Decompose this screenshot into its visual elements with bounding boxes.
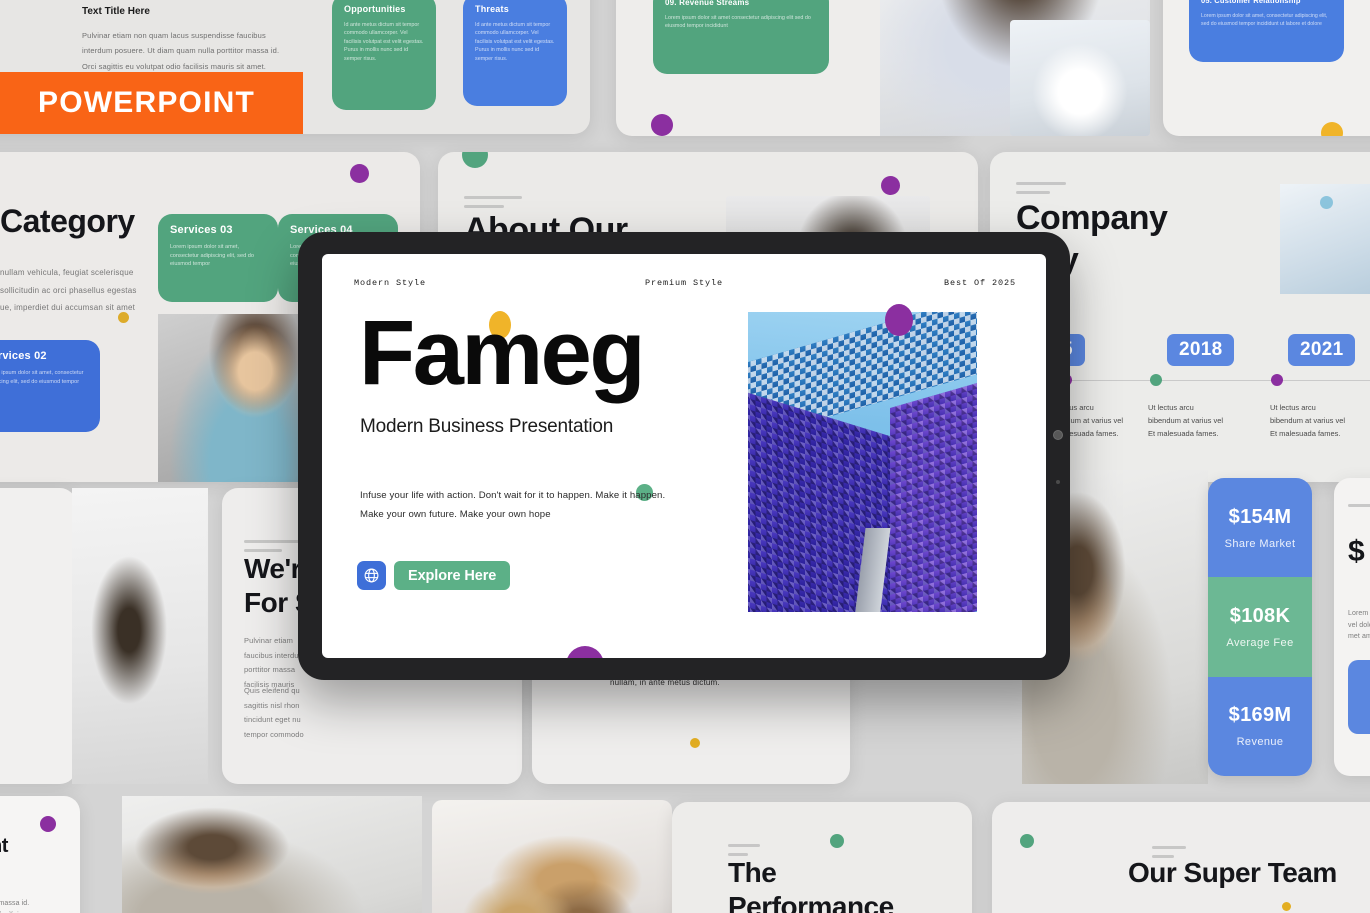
decor-dot-yellow xyxy=(1321,122,1343,136)
decor-dot-purple xyxy=(350,164,369,183)
decor-dot-yellow xyxy=(118,312,129,323)
decor-dot-green xyxy=(830,834,844,848)
card-body: Lorem ipsum dolor sit amet, consectetur … xyxy=(1201,13,1328,28)
decor-dot-purple xyxy=(40,816,56,832)
stat-share-market[interactable]: $154M Share Market xyxy=(1208,478,1312,578)
header-center-label: Premium Style xyxy=(644,278,724,288)
slide-bottom-left[interactable]: nt ar massa id. lis facilisis xyxy=(0,796,80,913)
explore-here-button[interactable]: Explore Here xyxy=(394,561,511,590)
swot-text-title: Text Title Here xyxy=(82,6,150,17)
presentation-body: Infuse your life with action. Don't wait… xyxy=(360,486,665,524)
stat-revenue[interactable]: $169M Revenue xyxy=(1208,676,1312,776)
werefor-para-b: Quis eleifend qu sagittis nisl rhon tinc… xyxy=(244,686,304,739)
timeline-dot-1 xyxy=(1150,374,1162,386)
building-photo xyxy=(748,312,977,612)
swot-card-threats[interactable]: Threats Id ante metus dictum sit tempor … xyxy=(463,0,567,106)
right-edge-deco xyxy=(1348,504,1370,513)
photo-man-whiteboard xyxy=(122,796,422,913)
tablet-screen[interactable]: Modern Style Premium Style Best Of 2025 … xyxy=(322,254,1046,658)
timeline-dot-2 xyxy=(1271,374,1283,386)
decor-dot-purple xyxy=(881,176,900,195)
revenue-card[interactable]: 09. Revenue Streams Lorem ipsum dolor si… xyxy=(653,0,829,74)
decor-dot-green xyxy=(462,152,488,168)
tablet-camera-icon xyxy=(1053,430,1063,440)
right-edge-button[interactable] xyxy=(1348,660,1370,734)
card-body: Lorem ipsum dolor sit amet consectetur a… xyxy=(665,15,811,30)
timeline-desc-1: Ut lectus arcu bibendum at varius vel Et… xyxy=(1148,403,1224,438)
decor-dot-purple xyxy=(566,646,604,658)
decor-dot-teal xyxy=(1320,196,1333,209)
card-body: Lorem ipsum dolor sit amet, consectetur … xyxy=(170,244,254,268)
stat-average-fee[interactable]: $108K Average Fee xyxy=(1208,577,1312,677)
card-title: 05. Customer Relationship xyxy=(1201,0,1301,5)
stat-value: $154M xyxy=(1228,505,1292,528)
header-left-label: Modern Style xyxy=(354,278,427,288)
decor-dot-green xyxy=(1020,834,1034,848)
slide-performance[interactable]: The Performance xyxy=(672,802,972,913)
slide-super-team[interactable]: Our Super Team xyxy=(992,802,1370,913)
decor-dot-purple xyxy=(651,114,673,136)
swot-card-opportunities[interactable]: Opportunities Id ante metus dictum sit t… xyxy=(332,0,436,110)
decor-dot-yellow xyxy=(690,738,700,748)
card-title: Services 03 xyxy=(170,224,233,236)
bottom-left-heading: nt xyxy=(0,835,8,857)
tablet-device[interactable]: Modern Style Premium Style Best Of 2025 … xyxy=(298,232,1070,680)
card-body: Id ante metus dictum sit tempor commodo … xyxy=(344,22,424,62)
header-right-label: Best Of 2025 xyxy=(943,278,1016,288)
timeline-year-1[interactable]: 2018 xyxy=(1167,334,1235,366)
stat-value: $108K xyxy=(1229,604,1291,627)
powerpoint-label: POWERPOINT xyxy=(38,86,256,119)
card-body: Id ante metus dictum sit tempor commodo … xyxy=(475,22,555,62)
tablet-sensor-icon xyxy=(1056,480,1060,484)
slide-right-edge[interactable]: $ Lorem ipsumvel dolor sitmet amet xyxy=(1334,478,1370,776)
performance-heading-line2: Performance xyxy=(728,891,894,913)
photo-woman-writing xyxy=(72,488,208,784)
category-card-services-03[interactable]: Services 03 Lorem ipsum dolor sit amet, … xyxy=(158,214,278,302)
history-deco-lines xyxy=(1016,182,1066,200)
slide-customer[interactable]: 05. Customer Relationship Lorem ipsum do… xyxy=(1163,0,1370,136)
powerpoint-banner: POWERPOINT xyxy=(0,72,303,134)
decor-dot-purple xyxy=(885,304,913,336)
performance-heading-line1: The xyxy=(728,857,777,888)
card-title: Opportunities xyxy=(344,4,406,14)
customer-card[interactable]: 05. Customer Relationship Lorem ipsum do… xyxy=(1189,0,1344,62)
right-edge-para: Lorem ipsumvel dolor sitmet amet xyxy=(1348,610,1370,641)
photo-laptop-desk xyxy=(1010,20,1150,136)
body-line-2: Make your own future. Make your own hope xyxy=(360,509,551,521)
timeline-desc-2: Ut lectus arcu bibendum at varius vel Et… xyxy=(1270,403,1346,438)
cta-group[interactable]: Explore Here xyxy=(357,561,511,590)
slide-chips[interactable]: Text Text Text Text xyxy=(0,488,76,784)
card-title: Services 02 xyxy=(0,350,47,362)
screenshot-root: Text Title Here Pulvinar etiam non quam … xyxy=(0,0,1370,913)
stat-label: Share Market xyxy=(1224,537,1296,550)
presentation-subtitle: Modern Business Presentation xyxy=(360,416,614,437)
card-title: Threats xyxy=(475,4,509,14)
superteam-heading: Our Super Team xyxy=(1128,857,1337,888)
globe-icon[interactable] xyxy=(357,561,386,590)
photo-team-kitchen xyxy=(432,800,672,913)
bottom-left-para: ar massa id. lis facilisis xyxy=(0,900,30,913)
category-heading: Category xyxy=(0,203,135,239)
card-body: Lorem ipsum dolor sit amet, consectetur … xyxy=(0,370,84,385)
stat-value: $169M xyxy=(1228,704,1292,727)
stats-stack[interactable]: $154M Share Market $108K Average Fee $16… xyxy=(1208,478,1312,776)
timeline-year-2[interactable]: 2021 xyxy=(1288,334,1356,366)
presentation-title: Fameg xyxy=(359,302,646,404)
category-card-services-02[interactable]: Services 02 Lorem ipsum dolor sit amet, … xyxy=(0,340,100,432)
stat-label: Revenue xyxy=(1236,736,1284,749)
stat-label: Average Fee xyxy=(1226,636,1294,649)
card-title: 09. Revenue Streams xyxy=(665,0,750,7)
decor-dot-yellow xyxy=(1282,902,1291,911)
right-edge-heading: $ xyxy=(1348,535,1365,568)
building-right-face xyxy=(889,379,977,612)
body-line-1: Infuse your life with action. Don't wait… xyxy=(360,490,666,501)
